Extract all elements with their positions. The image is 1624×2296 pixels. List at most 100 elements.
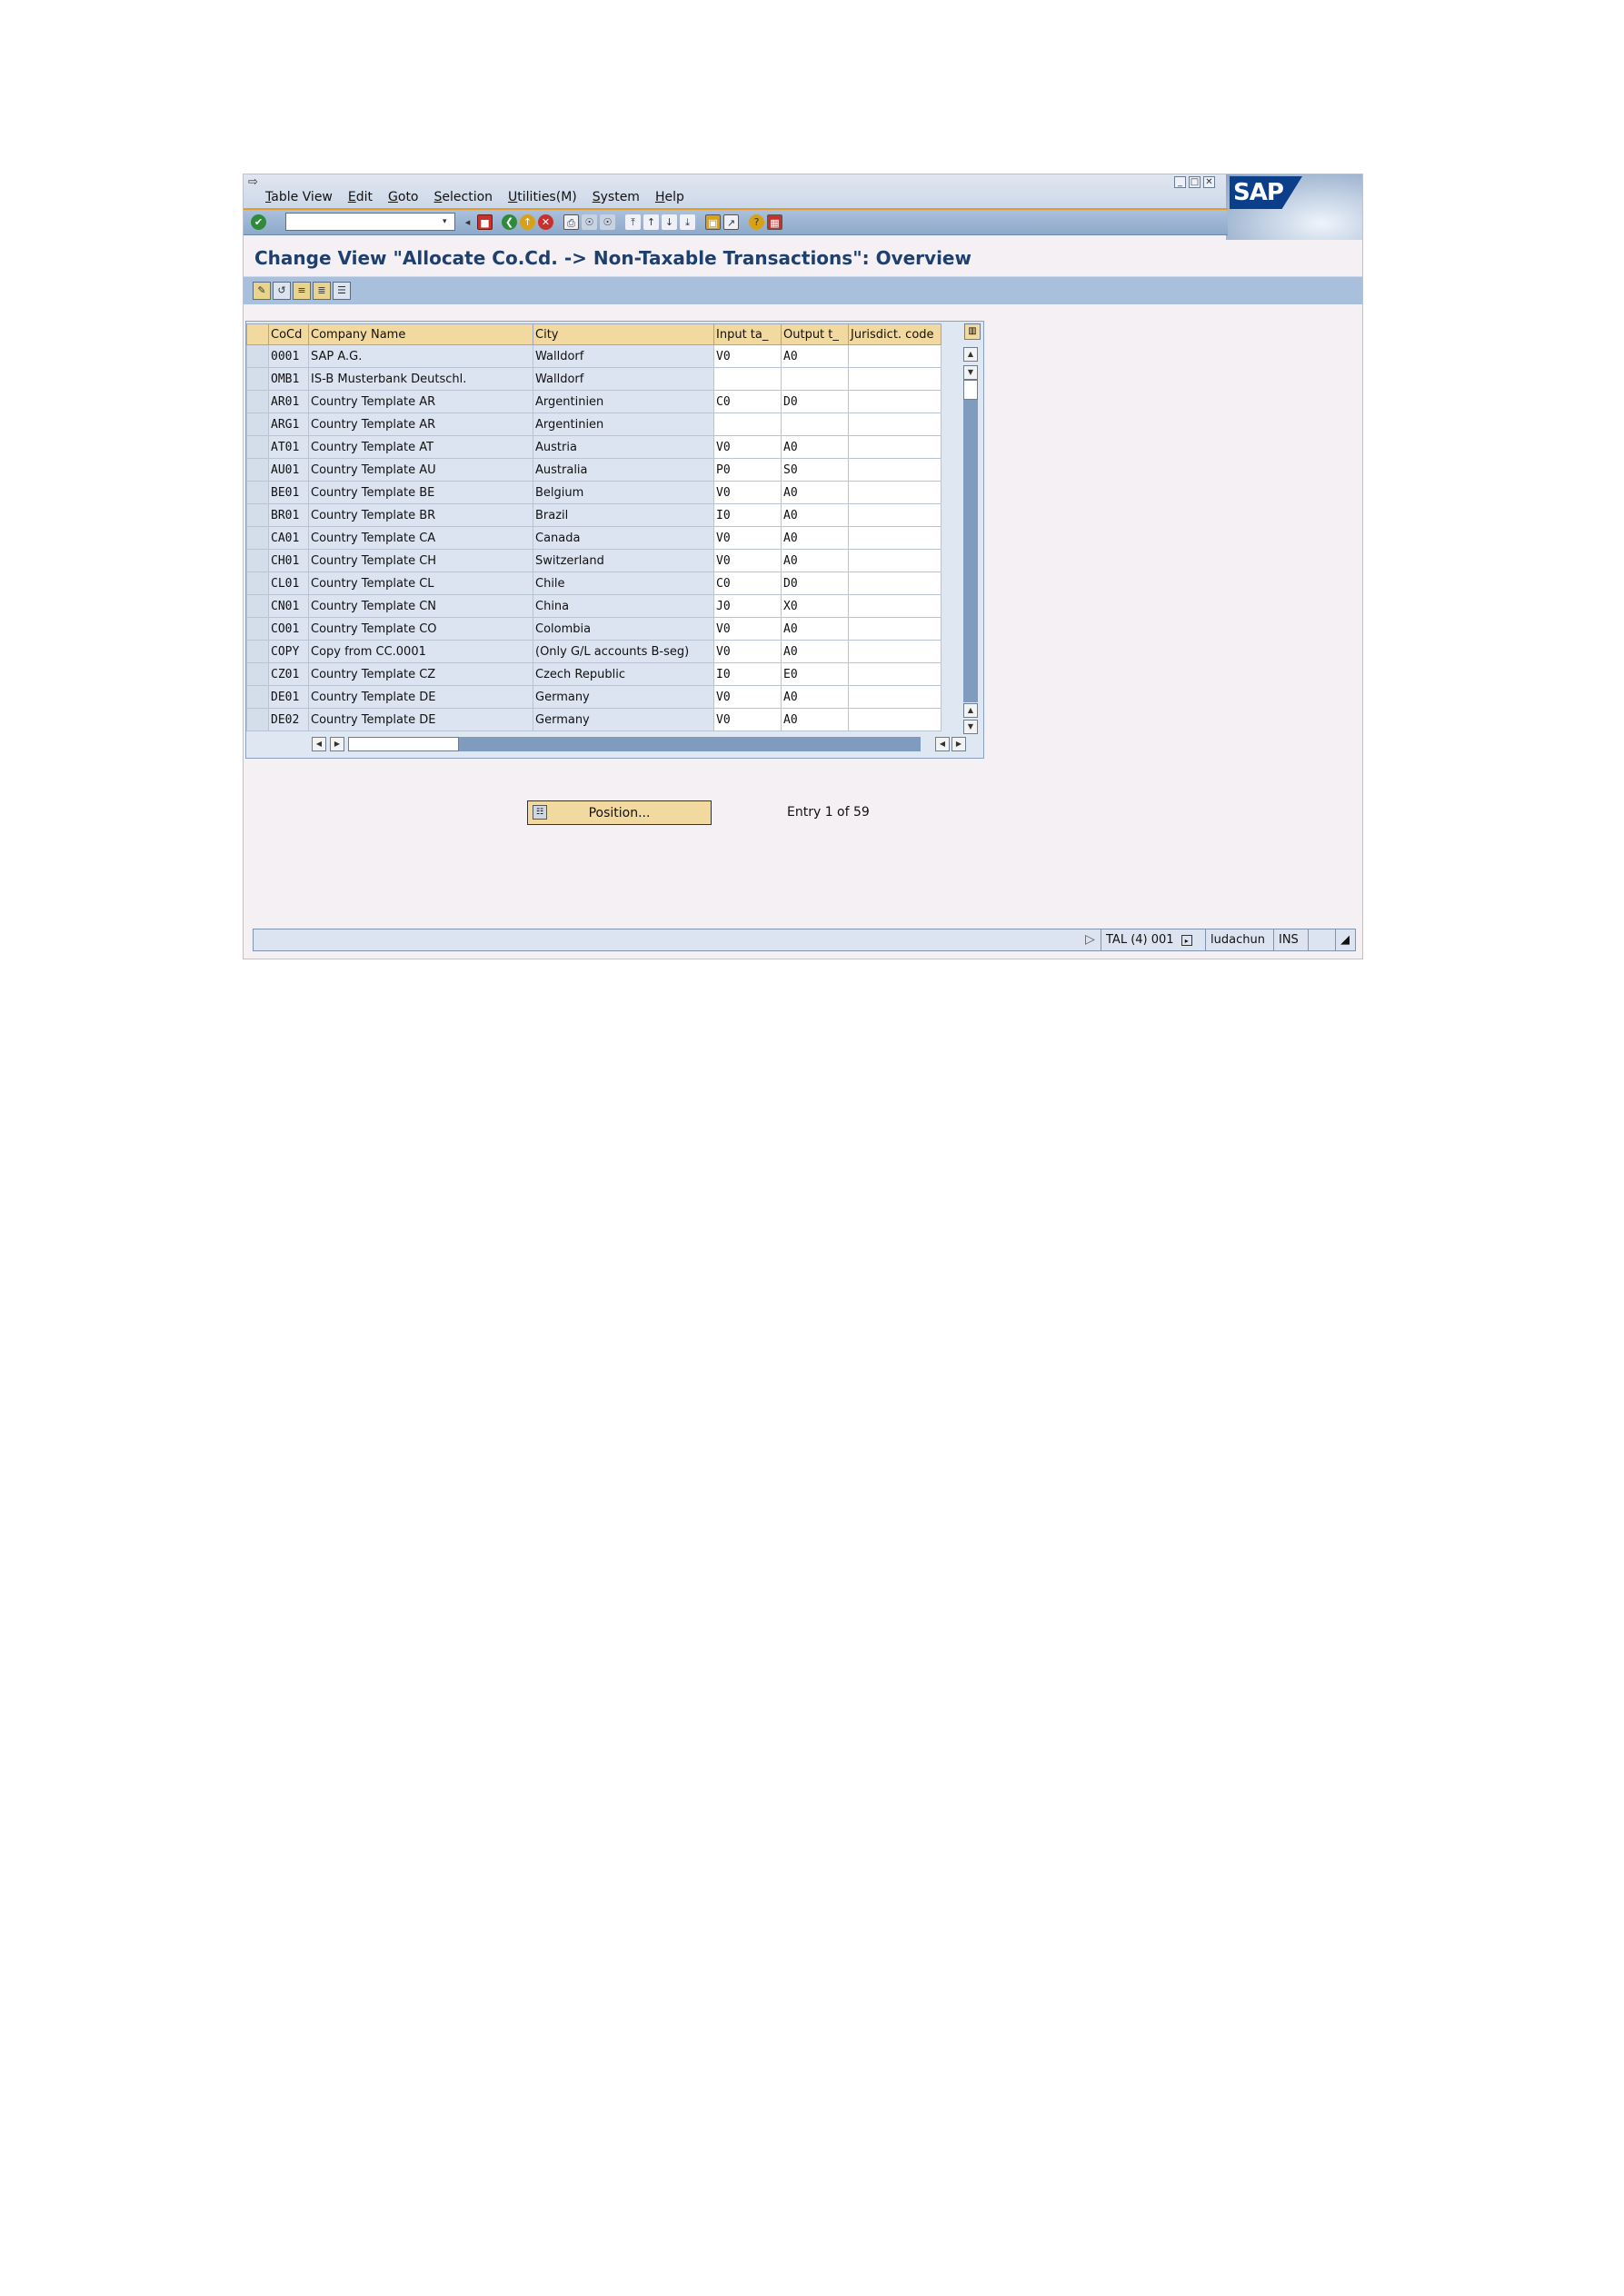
table-cell[interactable]: S0 (781, 458, 849, 482)
table-cell[interactable]: A0 (781, 526, 849, 550)
table-cell[interactable] (848, 572, 942, 595)
row-selector[interactable] (246, 412, 269, 436)
help-icon[interactable]: ? (749, 214, 764, 230)
next-page-icon[interactable]: ↓ (662, 214, 677, 230)
table-cell[interactable] (848, 458, 942, 482)
row-selector[interactable] (246, 685, 269, 709)
table-cell[interactable]: J0 (713, 594, 782, 618)
select-all-header[interactable] (246, 323, 269, 345)
table-cell[interactable]: C0 (713, 390, 782, 413)
find-icon[interactable]: ☉ (582, 214, 597, 230)
display-change-icon[interactable]: ✎ (253, 282, 271, 300)
column-header[interactable]: Input ta_ (713, 323, 782, 345)
table-cell[interactable]: V0 (713, 435, 782, 459)
table-cell[interactable]: V0 (713, 685, 782, 709)
row-selector[interactable] (246, 549, 269, 572)
table-cell[interactable]: P0 (713, 458, 782, 482)
row-selector[interactable] (246, 367, 269, 391)
table-cell[interactable] (848, 708, 942, 731)
table-cell[interactable]: V0 (713, 526, 782, 550)
table-cell[interactable]: A0 (781, 435, 849, 459)
minimize-icon[interactable]: _ (1174, 176, 1186, 188)
first-page-icon[interactable]: ⤒ (625, 214, 641, 230)
vertical-scrollbar[interactable]: ▲ ▼ ▲ ▼ (962, 343, 979, 734)
row-selector[interactable] (246, 594, 269, 618)
row-selector[interactable] (246, 572, 269, 595)
table-cell[interactable] (848, 594, 942, 618)
table-cell[interactable]: A0 (781, 503, 849, 527)
table-cell[interactable]: A0 (781, 640, 849, 663)
column-header[interactable]: Jurisdict. code (848, 323, 942, 345)
scroll-up-icon[interactable]: ▲ (963, 347, 978, 362)
table-cell[interactable]: V0 (713, 481, 782, 504)
table-cell[interactable] (848, 617, 942, 641)
undo-change-icon[interactable]: ↺ (273, 282, 291, 300)
table-cell[interactable] (848, 390, 942, 413)
row-selector[interactable] (246, 481, 269, 504)
status-mode[interactable]: INS (1273, 929, 1308, 950)
row-selector[interactable] (246, 435, 269, 459)
table-cell[interactable] (848, 549, 942, 572)
page-down-icon[interactable]: ▼ (963, 720, 978, 734)
table-cell[interactable] (848, 344, 942, 368)
previous-page-icon[interactable]: ↑ (643, 214, 659, 230)
position-button[interactable]: ☷ Position... (527, 800, 712, 825)
customize-layout-icon[interactable]: ▦ (767, 214, 782, 230)
table-cell[interactable]: C0 (713, 572, 782, 595)
column-header[interactable]: Company Name (308, 323, 533, 345)
table-cell[interactable]: A0 (781, 617, 849, 641)
vertical-scroll-thumb[interactable] (963, 380, 978, 400)
back-icon[interactable]: ❮ (502, 214, 517, 230)
row-selector[interactable] (246, 662, 269, 686)
table-cell[interactable]: A0 (781, 549, 849, 572)
table-cell[interactable]: A0 (781, 685, 849, 709)
table-cell[interactable]: V0 (713, 640, 782, 663)
column-header[interactable]: CoCd (268, 323, 309, 345)
horizontal-scroll-thumb[interactable] (348, 737, 459, 751)
horizontal-scrollbar[interactable]: ◀ ▶ ◀ ▶ (312, 736, 968, 752)
table-cell[interactable]: V0 (713, 549, 782, 572)
find-next-icon[interactable]: ☉ (600, 214, 615, 230)
table-cell[interactable] (848, 367, 942, 391)
table-cell[interactable]: E0 (781, 662, 849, 686)
menu-item[interactable]: Utilities(M) (508, 190, 577, 204)
row-selector[interactable] (246, 503, 269, 527)
column-header[interactable]: Output t_ (781, 323, 849, 345)
row-selector[interactable] (246, 458, 269, 482)
print-icon[interactable]: ⎙ (563, 214, 579, 230)
last-page-icon[interactable]: ⤓ (680, 214, 695, 230)
cancel-icon[interactable]: ✕ (538, 214, 553, 230)
row-selector[interactable] (246, 526, 269, 550)
deselect-all-icon[interactable]: ☰ (333, 282, 351, 300)
table-cell[interactable] (848, 435, 942, 459)
scroll-left-icon[interactable]: ◀ (312, 737, 326, 751)
table-cell[interactable]: X0 (781, 594, 849, 618)
page-up-icon[interactable]: ▲ (963, 703, 978, 718)
command-dropdown-icon[interactable]: ▾ (443, 216, 452, 227)
table-cell[interactable] (848, 526, 942, 550)
enter-icon[interactable]: ✔ (251, 214, 266, 230)
select-block-icon[interactable]: ≣ (313, 282, 331, 300)
create-shortcut-icon[interactable]: ↗ (723, 214, 739, 230)
command-field[interactable]: ▾ (285, 213, 455, 231)
row-selector[interactable] (246, 640, 269, 663)
system-info-icon[interactable]: ▸ (1181, 934, 1192, 946)
vertical-scroll-track[interactable] (963, 380, 978, 702)
exit-icon[interactable]: ↑ (520, 214, 535, 230)
menu-item[interactable]: System (593, 190, 640, 204)
table-cell[interactable] (713, 367, 782, 391)
row-selector[interactable] (246, 344, 269, 368)
select-all-icon[interactable]: ≡ (293, 282, 311, 300)
status-expand-icon[interactable]: ▷ (1085, 932, 1095, 947)
table-cell[interactable]: A0 (781, 344, 849, 368)
table-cell[interactable] (781, 367, 849, 391)
close-window-icon[interactable]: ✕ (1203, 176, 1215, 188)
table-settings-icon[interactable]: ▥ (964, 323, 981, 340)
menu-item[interactable]: Table View (265, 190, 333, 204)
create-session-icon[interactable]: ▣ (705, 214, 721, 230)
scroll-down-icon[interactable]: ▼ (963, 365, 978, 380)
menu-item[interactable]: Goto (388, 190, 418, 204)
table-cell[interactable]: D0 (781, 390, 849, 413)
system-menu-icon[interactable]: ⇨ (248, 176, 263, 189)
table-cell[interactable] (848, 685, 942, 709)
